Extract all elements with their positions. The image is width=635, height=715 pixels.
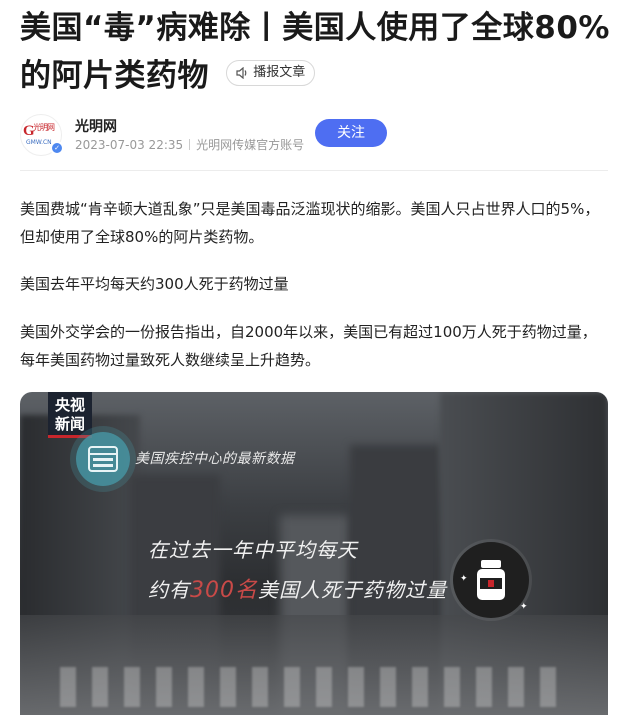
caption-suffix: 美国人死于药物过量 <box>258 578 447 602</box>
paragraph-3: 美国外交学会的一份报告指出，自2000年以来，美国已有超过100万人死于药物过量… <box>20 323 597 369</box>
follow-button[interactable]: 关注 <box>315 119 387 147</box>
caption-line-1: 在过去一年中平均每天 <box>148 538 358 562</box>
article-meta: 2023-07-03 22:35 光明网传媒官方账号 <box>75 136 304 153</box>
article-title-text: 美国“毒”病难除丨美国人使用了全球80%的阿片类药物 <box>20 10 610 94</box>
data-source-label: 美国疾控中心的最新数据 <box>135 451 295 467</box>
avatar-brand: 光明网 <box>33 123 55 132</box>
verified-badge-icon: ✓ <box>50 141 64 155</box>
paragraph-1: 美国费城“肯辛顿大道乱象”只是美国毒品泛滥现状的缩影。美国人只占世界人口的5%，… <box>20 200 600 246</box>
avatar-sub: GMW.CN <box>26 139 52 146</box>
play-article-label: 播报文章 <box>253 64 306 80</box>
cctv-news-logo: 央视 新闻 <box>48 392 92 438</box>
article-title: 美国“毒”病难除丨美国人使用了全球80%的阿片类药物 播报文章 <box>20 4 620 100</box>
publish-date: 2023-07-03 22:35 <box>75 138 184 152</box>
account-description: 光明网传媒官方账号 <box>196 138 305 152</box>
caption-prefix: 约有 <box>148 578 190 602</box>
logo-line-1: 央视 <box>54 396 85 414</box>
header-divider <box>20 170 608 171</box>
sparkle-icon: ✦ <box>460 574 468 584</box>
author-name[interactable]: 光明网 <box>75 116 117 136</box>
meta-divider <box>189 139 191 150</box>
sparkle-icon: ✦ <box>520 602 528 612</box>
author-row: G 光明网 GMW.CN ✓ 光明网 2023-07-03 22:35 光明网传媒… <box>20 114 620 158</box>
cdc-data-icon <box>76 432 130 486</box>
speaker-icon <box>236 66 249 79</box>
paragraph-2: 美国去年平均每天约300人死于药物过量 <box>20 275 289 293</box>
logo-line-2: 新闻 <box>54 415 85 433</box>
crosswalk <box>60 667 568 707</box>
caption-line-2: 约有300名美国人死于药物过量 <box>148 572 447 604</box>
play-article-button[interactable]: 播报文章 <box>226 59 316 86</box>
video-player[interactable]: 央视 新闻 美国疾控中心的最新数据 在过去一年中平均每天 约有300名美国人死于… <box>20 392 608 715</box>
caption-highlight: 300名 <box>190 578 258 603</box>
